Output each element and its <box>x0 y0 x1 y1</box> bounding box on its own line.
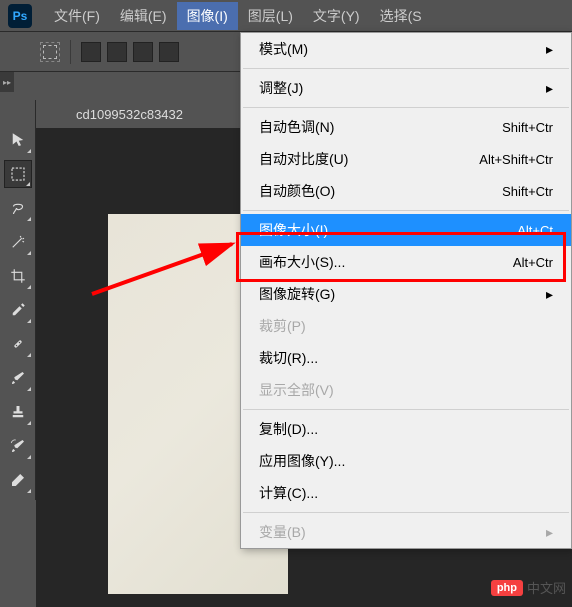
menu-separator <box>243 512 569 513</box>
toolbox <box>0 100 36 500</box>
tool-healing[interactable] <box>4 330 32 358</box>
menu-separator <box>243 409 569 410</box>
menu-layer[interactable]: 图层(L) <box>238 2 303 30</box>
crop-icon <box>9 267 27 285</box>
submenu-arrow-icon: ▸ <box>546 41 553 58</box>
stamp-icon <box>9 403 27 421</box>
menu-label: 裁切(R)... <box>259 348 318 368</box>
tool-eraser[interactable] <box>4 466 32 494</box>
tool-clone-stamp[interactable] <box>4 398 32 426</box>
menu-label: 自动色调(N) <box>259 117 334 137</box>
menu-separator <box>243 210 569 211</box>
brush-icon <box>9 369 27 387</box>
menu-item-calculations[interactable]: 计算(C)... <box>241 477 571 509</box>
eraser-icon <box>9 471 27 489</box>
menu-image[interactable]: 图像(I) <box>177 2 238 30</box>
menu-item-image-size[interactable]: 图像大小(I)... Alt+Ct <box>241 214 571 246</box>
document-tab-bar: cd1099532c83432 <box>36 100 183 128</box>
healing-icon <box>9 335 27 353</box>
menu-item-auto-color[interactable]: 自动颜色(O) Shift+Ctr <box>241 175 571 207</box>
menu-separator <box>243 107 569 108</box>
menu-item-variables: 变量(B) ▸ <box>241 516 571 548</box>
tool-crop[interactable] <box>4 262 32 290</box>
menu-select[interactable]: 选择(S <box>370 2 432 30</box>
menu-item-duplicate[interactable]: 复制(D)... <box>241 413 571 445</box>
submenu-arrow-icon: ▸ <box>546 286 553 303</box>
tool-eyedropper[interactable] <box>4 296 32 324</box>
history-brush-icon <box>9 437 27 455</box>
watermark-badge: php <box>491 580 523 596</box>
app-logo-text: Ps <box>13 9 28 23</box>
menu-label: 复制(D)... <box>259 419 318 439</box>
menu-shortcut: Alt+Shift+Ctr <box>479 152 553 167</box>
tool-history-brush[interactable] <box>4 432 32 460</box>
tool-magic-wand[interactable] <box>4 228 32 256</box>
lasso-icon <box>9 199 27 217</box>
menu-shortcut: Alt+Ctr <box>513 255 553 270</box>
menu-label: 模式(M) <box>259 39 308 59</box>
tool-lasso[interactable] <box>4 194 32 222</box>
submenu-arrow-icon: ▸ <box>546 524 553 541</box>
menu-label: 计算(C)... <box>259 483 318 503</box>
options-separator <box>70 40 71 64</box>
menu-label: 自动颜色(O) <box>259 181 335 201</box>
menu-label: 图像大小(I)... <box>259 220 340 240</box>
menu-item-auto-tone[interactable]: 自动色调(N) Shift+Ctr <box>241 111 571 143</box>
wand-icon <box>9 233 27 251</box>
menu-item-trim[interactable]: 裁切(R)... <box>241 342 571 374</box>
watermark: php 中文网 <box>491 578 566 597</box>
menu-item-apply-image[interactable]: 应用图像(Y)... <box>241 445 571 477</box>
menu-label: 自动对比度(U) <box>259 149 348 169</box>
options-subtract-selection[interactable] <box>133 42 153 62</box>
eyedropper-icon <box>9 301 27 319</box>
menu-label: 画布大小(S)... <box>259 252 345 272</box>
menu-item-canvas-size[interactable]: 画布大小(S)... Alt+Ctr <box>241 246 571 278</box>
document-tab[interactable]: cd1099532c83432 <box>76 107 183 122</box>
menu-item-image-rotation[interactable]: 图像旋转(G) ▸ <box>241 278 571 310</box>
menu-separator <box>243 68 569 69</box>
menu-item-adjustments[interactable]: 调整(J) ▸ <box>241 72 571 104</box>
menu-type[interactable]: 文字(Y) <box>303 2 370 30</box>
menu-shortcut: Alt+Ct <box>517 223 553 238</box>
menu-item-mode[interactable]: 模式(M) ▸ <box>241 33 571 65</box>
options-new-selection[interactable] <box>81 42 101 62</box>
menu-item-auto-contrast[interactable]: 自动对比度(U) Alt+Shift+Ctr <box>241 143 571 175</box>
tool-brush[interactable] <box>4 364 32 392</box>
menu-label: 图像旋转(G) <box>259 284 335 304</box>
options-add-selection[interactable] <box>107 42 127 62</box>
chevron-right-icon: ▸▸ <box>3 78 11 87</box>
watermark-text: 中文网 <box>527 578 566 597</box>
marquee-icon <box>43 45 57 59</box>
menu-bar: Ps 文件(F) 编辑(E) 图像(I) 图层(L) 文字(Y) 选择(S <box>0 0 572 32</box>
menu-item-reveal-all: 显示全部(V) <box>241 374 571 406</box>
menu-label: 应用图像(Y)... <box>259 451 345 471</box>
menu-label: 显示全部(V) <box>259 380 334 400</box>
options-marquee-preset[interactable] <box>40 42 60 62</box>
menu-item-crop: 裁剪(P) <box>241 310 571 342</box>
menu-shortcut: Shift+Ctr <box>502 184 553 199</box>
marquee-icon <box>9 165 27 183</box>
app-logo: Ps <box>8 4 32 28</box>
menu-file[interactable]: 文件(F) <box>44 2 110 30</box>
move-icon <box>9 131 27 149</box>
tool-marquee[interactable] <box>4 160 32 188</box>
submenu-arrow-icon: ▸ <box>546 80 553 97</box>
panel-expand-handle[interactable]: ▸▸ <box>0 72 14 92</box>
tool-move[interactable] <box>4 126 32 154</box>
menu-shortcut: Shift+Ctr <box>502 120 553 135</box>
menu-label: 变量(B) <box>259 522 306 542</box>
options-intersect-selection[interactable] <box>159 42 179 62</box>
menu-label: 裁剪(P) <box>259 316 306 336</box>
menu-edit[interactable]: 编辑(E) <box>110 2 177 30</box>
menu-label: 调整(J) <box>259 78 303 98</box>
image-menu-dropdown: 模式(M) ▸ 调整(J) ▸ 自动色调(N) Shift+Ctr 自动对比度(U) A… <box>240 32 572 549</box>
